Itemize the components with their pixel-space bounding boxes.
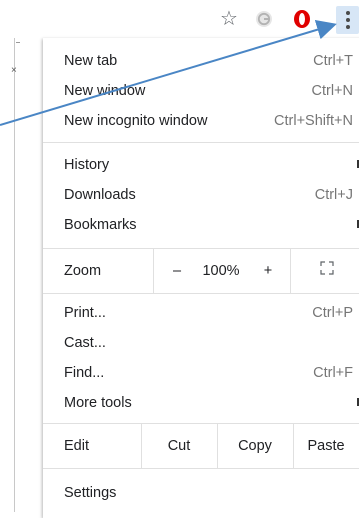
browser-toolbar: ☆ bbox=[0, 0, 359, 38]
zoom-label: Zoom bbox=[64, 263, 102, 279]
menu-separator bbox=[43, 468, 359, 469]
zoom-out-button[interactable]: – bbox=[161, 249, 193, 293]
menu-item-label: Bookmarks bbox=[64, 216, 137, 233]
menu-item-label: History bbox=[64, 156, 110, 173]
kebab-menu-icon[interactable] bbox=[336, 6, 359, 34]
menu-item-label: New window bbox=[64, 82, 146, 99]
menu-item-more-tools[interactable]: More tools bbox=[43, 388, 359, 417]
menu-item-shortcut: Ctrl+F bbox=[313, 364, 353, 381]
fullscreen-icon[interactable] bbox=[320, 261, 334, 280]
chrome-menu: New tab Ctrl+T New window Ctrl+N New inc… bbox=[43, 38, 359, 518]
menu-item-cast[interactable]: Cast... bbox=[43, 328, 359, 357]
page-edge bbox=[14, 38, 15, 512]
menu-item-find[interactable]: Find... Ctrl+F bbox=[43, 358, 359, 387]
copy-button[interactable]: Copy bbox=[217, 424, 293, 468]
menu-item-label: Print... bbox=[64, 304, 106, 321]
menu-item-label: New tab bbox=[64, 52, 118, 69]
grammarly-icon[interactable] bbox=[253, 8, 275, 30]
menu-item-new-incognito-window[interactable]: New incognito window Ctrl+Shift+N bbox=[43, 106, 359, 135]
menu-item-shortcut: Ctrl+Shift+N bbox=[274, 112, 353, 129]
menu-item-label: More tools bbox=[64, 394, 132, 411]
edit-label: Edit bbox=[64, 438, 89, 454]
star-icon[interactable]: ☆ bbox=[218, 8, 240, 30]
menu-item-shortcut: Ctrl+T bbox=[313, 52, 353, 69]
paste-button[interactable]: Paste bbox=[293, 424, 359, 468]
menu-item-shortcut: Ctrl+N bbox=[311, 82, 354, 99]
menu-item-settings[interactable]: Settings bbox=[43, 478, 359, 507]
menu-separator bbox=[43, 142, 359, 143]
menu-item-new-tab[interactable]: New tab Ctrl+T bbox=[43, 46, 359, 75]
menu-item-shortcut: Ctrl+J bbox=[314, 186, 353, 203]
zoom-in-button[interactable]: + bbox=[253, 249, 283, 293]
menu-item-label: Cast... bbox=[64, 334, 106, 351]
menu-item-label: New incognito window bbox=[64, 112, 208, 129]
menu-item-label: Find... bbox=[64, 364, 105, 381]
menu-item-shortcut: Ctrl+P bbox=[312, 304, 353, 321]
menu-item-downloads[interactable]: Downloads Ctrl+J bbox=[43, 180, 359, 209]
page-edge-mark bbox=[16, 42, 20, 43]
zoom-level: 100% bbox=[202, 263, 240, 279]
menu-item-label: Downloads bbox=[64, 186, 136, 203]
opera-icon[interactable] bbox=[291, 8, 313, 30]
zoom-divider bbox=[290, 249, 291, 293]
menu-item-label: Settings bbox=[64, 484, 117, 501]
menu-item-print[interactable]: Print... Ctrl+P bbox=[43, 298, 359, 327]
close-icon[interactable]: × bbox=[11, 66, 17, 76]
menu-item-bookmarks[interactable]: Bookmarks bbox=[43, 210, 359, 239]
menu-item-new-window[interactable]: New window Ctrl+N bbox=[43, 76, 359, 105]
menu-separator bbox=[43, 293, 359, 294]
cut-button[interactable]: Cut bbox=[141, 424, 217, 468]
menu-item-history[interactable]: History bbox=[43, 150, 359, 179]
zoom-divider bbox=[153, 249, 154, 293]
